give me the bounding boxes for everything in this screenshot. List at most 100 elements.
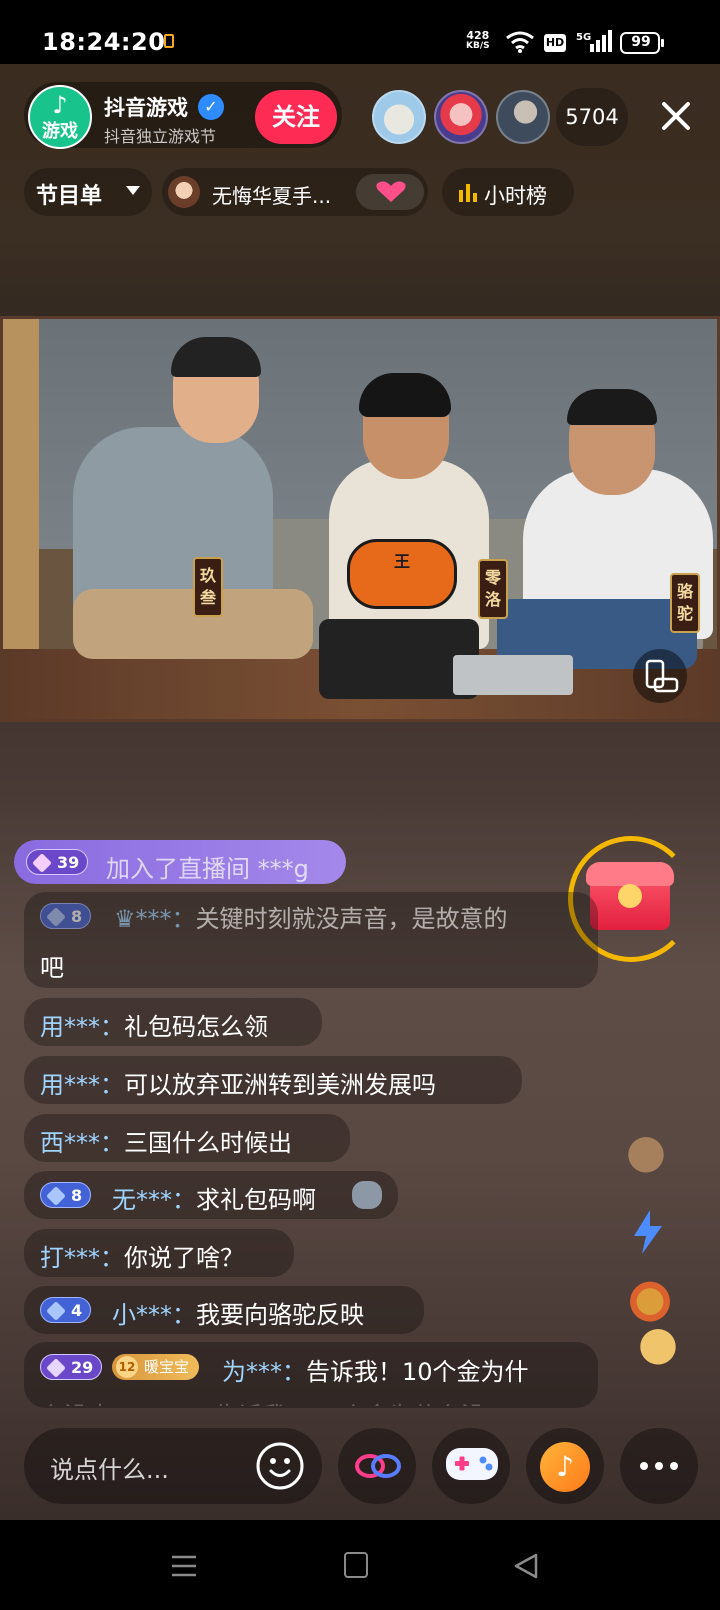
chat-message-text: ♛***：关键时刻就没声音，是故意的: [114, 899, 508, 934]
bar-chart-icon: [459, 184, 477, 202]
chat-username: 为***：: [222, 1358, 306, 1386]
video-wall-panel: [3, 319, 39, 649]
user-level-badge: 4: [40, 1297, 92, 1323]
comment-input-placeholder: 说点什么...: [50, 1456, 169, 1484]
chevron-down-icon: [126, 186, 140, 195]
chat-content: 求礼包码啊: [196, 1186, 316, 1214]
home-icon[interactable]: [344, 1552, 368, 1578]
chat-username: 用***：: [40, 1013, 124, 1041]
cat-emoji-icon: [352, 1181, 382, 1209]
treasure-chest-lid: [586, 862, 674, 886]
crown-icon: ♛: [114, 905, 136, 933]
user-level: 4: [71, 1301, 83, 1320]
chat-username: 小***：: [112, 1301, 196, 1329]
chat-message-text: 打***：你说了啥？: [40, 1238, 244, 1273]
network-speed: 428 KB/S: [466, 30, 490, 52]
chat-username: 用***：: [40, 1071, 124, 1099]
rotate-screen-icon[interactable]: [633, 649, 687, 703]
chat-content: 礼包码怎么领: [124, 1013, 268, 1041]
rotate-screen-glyph: [645, 659, 679, 693]
network-speed-unit: KB/S: [466, 41, 490, 51]
fan-club-name: 暖宝宝: [144, 1358, 190, 1376]
network-type: 5G: [576, 32, 591, 43]
chat-content: 你说了啥？: [124, 1244, 244, 1272]
chat-username: 打***：: [40, 1244, 124, 1272]
tiger-plush-label: 王: [393, 552, 410, 571]
level-gem-icon: [32, 853, 52, 873]
chat-content: 三国什么时候出: [124, 1129, 292, 1157]
chat-username: ***：: [135, 905, 196, 933]
user-level: 39: [57, 853, 80, 872]
user-level-badge: 29: [40, 1354, 103, 1380]
notification-icon: [164, 34, 174, 48]
fan-club-badge: 12 暖宝宝: [112, 1354, 200, 1380]
chat-message-text: 为***：告诉我！10个金为什: [222, 1352, 529, 1387]
chat-message-text-continued: 么没出un！！！告诉我！10个金为什么没: [40, 1396, 485, 1406]
user-level: 8: [71, 1186, 83, 1205]
level-gem-icon: [46, 1186, 66, 1206]
streamer-name[interactable]: 抖音游戏: [104, 92, 188, 122]
chat-message-text-continued: 吧: [40, 954, 64, 982]
chat-message-text: 西***：三国什么时候出: [40, 1123, 292, 1158]
chat-content: 关键时刻就没声音，是故意的: [195, 905, 508, 933]
viewer-count[interactable]: 5704: [556, 88, 628, 146]
network-speed-value: 428: [466, 29, 490, 42]
tiger-plush: 王: [347, 539, 457, 609]
level-gem-icon: [46, 907, 66, 927]
verified-icon: ✓: [198, 94, 224, 120]
avatar-label: 游戏: [42, 121, 78, 142]
heart-icon: [376, 181, 406, 202]
current-program-title: 无悔华夏手...: [212, 184, 332, 208]
chat-username: 西***：: [40, 1129, 124, 1157]
nameplate: 玖叁: [193, 557, 223, 617]
hd-icon: HD: [544, 34, 566, 52]
douyin-logo-icon: ♪: [52, 91, 68, 119]
more-dots-icon: [640, 1462, 678, 1470]
chat-message-text: 小***：我要向骆驼反映: [112, 1295, 364, 1330]
wifi-icon: [506, 31, 534, 53]
fan-level: 12: [116, 1356, 138, 1378]
streamer-subtitle: 抖音独立游戏节: [104, 127, 217, 146]
music-note-icon: ♪: [540, 1442, 590, 1492]
user-level-badge: 39: [26, 849, 89, 875]
status-time: 18:24:20: [42, 28, 166, 56]
chat-message-text: 无***：求礼包码啊: [112, 1180, 316, 1215]
chat-username: 无***：: [112, 1186, 196, 1214]
hand-gesture-icon: [618, 1124, 674, 1180]
program-avatar: [168, 176, 200, 208]
chat-message-text: 用***：礼包码怎么领: [40, 1007, 268, 1042]
chat-content: 可以放弃亚洲转到美洲发展吗: [124, 1071, 436, 1099]
live-video-player[interactable]: 王 玖叁 零洛 骆驼: [0, 316, 720, 722]
battery-level: 99: [631, 34, 651, 50]
level-gem-icon: [46, 1301, 66, 1321]
close-icon[interactable]: [658, 98, 694, 134]
user-level: 8: [71, 907, 83, 926]
user-level-badge: 8: [40, 903, 92, 929]
tablet: [453, 655, 573, 695]
hourly-rank-label: 小时榜: [484, 184, 547, 208]
emoji-icon[interactable]: [254, 1440, 306, 1492]
streamer-avatar[interactable]: ♪ 游戏: [28, 85, 92, 149]
host-right-hair: [567, 389, 657, 425]
hand-gesture-icon: [630, 1316, 686, 1372]
level-gem-icon: [46, 1358, 66, 1378]
treasure-chest-lock: [618, 884, 642, 908]
recent-apps-icon[interactable]: [170, 1554, 198, 1578]
user-level-badge: 8: [40, 1182, 92, 1208]
follow-button[interactable]: 关注: [255, 90, 337, 144]
gamepad-icon: [446, 1448, 498, 1480]
link-mic-icon: [355, 1454, 401, 1478]
nameplate: 骆驼: [670, 573, 700, 633]
viewer-avatar[interactable]: [496, 90, 550, 144]
viewer-avatar[interactable]: [372, 90, 426, 144]
back-icon[interactable]: [512, 1552, 540, 1580]
program-list-label: 节目单: [36, 184, 103, 209]
user-level: 29: [71, 1358, 94, 1377]
signal-5g-icon: 5G: [576, 30, 612, 52]
chat-content: 我要向骆驼反映: [196, 1301, 364, 1329]
chat-message-text: 用***：可以放弃亚洲转到美洲发展吗: [40, 1065, 436, 1100]
viewer-avatar[interactable]: [434, 90, 488, 144]
chat-content: 告诉我！10个金为什: [306, 1358, 529, 1386]
join-notification-text: 加入了直播间 ***ց: [106, 855, 309, 883]
nameplate: 零洛: [478, 559, 508, 619]
